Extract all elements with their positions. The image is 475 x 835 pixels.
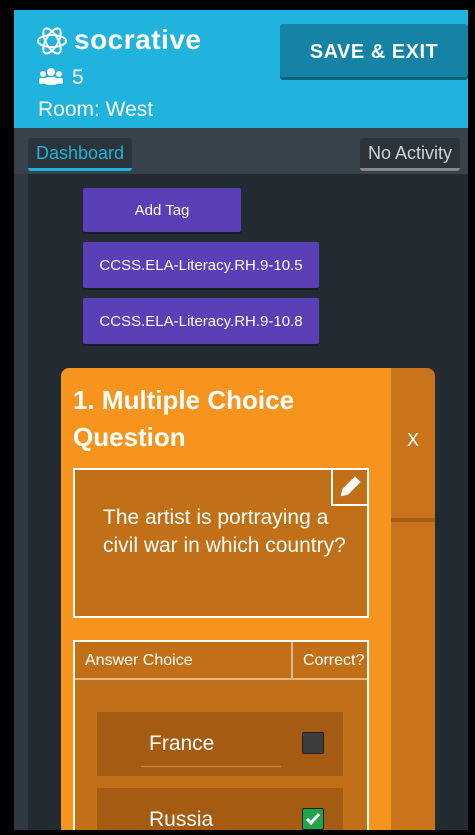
brand-name: socrative [74, 24, 202, 55]
room-name: Room: West [38, 98, 154, 121]
correct-checkbox[interactable] [302, 808, 324, 830]
pencil-icon [340, 476, 361, 497]
activity-status-button[interactable]: No Activity [360, 138, 461, 171]
app-header: socrative 5 Room: West SAVE & EXIT [14, 10, 468, 128]
answer-choice-label[interactable]: Russia [149, 808, 213, 830]
student-count: 5 [72, 66, 84, 89]
app-frame: socrative 5 Room: West SAVE & EXIT Dashb… [14, 10, 468, 830]
save-exit-button[interactable]: SAVE & EXIT [280, 24, 468, 80]
question-text-box[interactable]: The artist is portraying a civil war in … [73, 468, 369, 618]
tag-item[interactable]: CCSS.ELA-Literacy.RH.9-10.8 [83, 298, 319, 344]
correct-checkbox[interactable] [302, 732, 324, 754]
answer-choice-row: Russia [97, 788, 343, 830]
question-text: The artist is portraying a civil war in … [103, 506, 346, 557]
header-divider [291, 642, 293, 678]
answer-choices-table: Answer Choice Correct? France Russia [73, 640, 369, 830]
answer-underline [141, 766, 281, 767]
tab-dashboard[interactable]: Dashboard [28, 138, 133, 171]
answer-choice-label[interactable]: France [149, 732, 214, 756]
close-panel: X [391, 368, 435, 522]
question-title: 1. Multiple Choice Question [73, 385, 295, 452]
tag-item[interactable]: CCSS.ELA-Literacy.RH.9-10.5 [83, 242, 319, 288]
answer-choice-row: France [97, 712, 343, 776]
users-icon [39, 68, 63, 85]
edit-question-button[interactable] [331, 470, 367, 506]
atom-logo-icon [37, 27, 67, 55]
question-card: 1. Multiple Choice Question The artist i… [61, 368, 391, 830]
add-tag-button[interactable]: Add Tag [83, 188, 241, 232]
check-icon [305, 813, 321, 826]
close-button[interactable]: X [391, 430, 435, 451]
correct-header: Correct? [303, 652, 365, 669]
answer-choice-header: Answer Choice [85, 652, 193, 669]
question-side-panel: X [391, 368, 435, 830]
answer-table-header: Answer Choice Correct? [75, 642, 367, 680]
